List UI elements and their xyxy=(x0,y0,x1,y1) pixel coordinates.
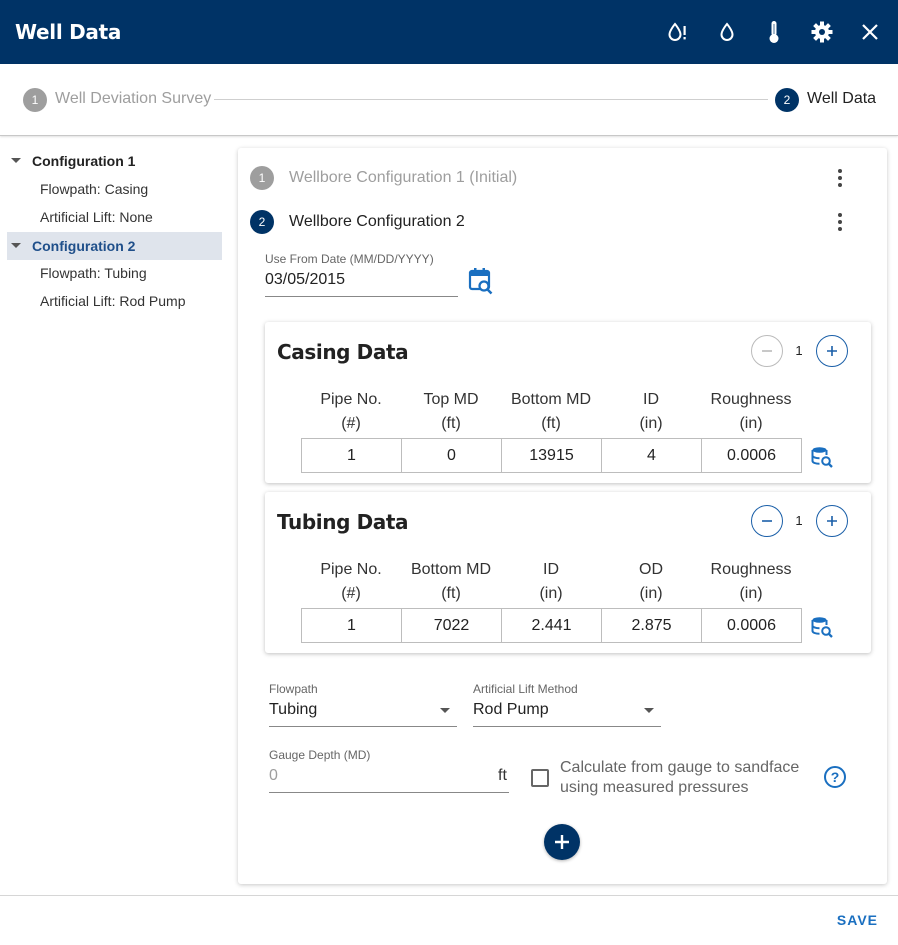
lift-value: Rod Pump xyxy=(473,701,549,718)
tree-item-label: Flowpath: Casing xyxy=(40,181,149,197)
casing-data-card: Casing Data 1 Pipe No. (#) Top MD (ft) Bot… xyxy=(265,322,871,483)
casing-data-title: Casing Data xyxy=(277,340,409,364)
lift-label: Artificial Lift Method xyxy=(473,682,578,696)
app-title: Well Data xyxy=(15,20,122,44)
config-tree: Configuration 1 Flowpath: Casing Artific… xyxy=(0,137,230,895)
gauge-unit: ft xyxy=(498,767,507,784)
config-step-number: 1 xyxy=(250,166,274,190)
tree-item-label: Configuration 2 xyxy=(32,238,136,254)
date-label: Use From Date (MM/DD/YYYY) xyxy=(265,252,434,266)
tree-item-label: Configuration 1 xyxy=(32,153,136,169)
caret-down-icon[interactable] xyxy=(11,243,21,248)
app-header: Well Data xyxy=(0,0,898,64)
add-configuration-button[interactable] xyxy=(544,824,580,860)
col-header-bottom-md: Bottom MD (ft) xyxy=(410,561,491,602)
calendar-search-icon[interactable] xyxy=(468,267,494,295)
tubing-data-card: Tubing Data 1 Pipe No. (#) Bottom MD (ft) … xyxy=(265,492,871,653)
add-tubing-button[interactable] xyxy=(816,505,848,537)
step-connector xyxy=(214,99,768,100)
tubing-od-cell[interactable]: 2.875 xyxy=(601,608,702,643)
tree-item-configuration-1[interactable]: Configuration 1 xyxy=(7,147,222,175)
footer: SAVE xyxy=(0,895,898,945)
tree-item-flowpath[interactable]: Flowpath: Casing xyxy=(7,175,222,203)
tree-item-flowpath[interactable]: Flowpath: Tubing xyxy=(7,259,222,287)
help-icon[interactable]: ? xyxy=(824,766,846,788)
tubing-data-title: Tubing Data xyxy=(277,510,409,534)
casing-count: 1 xyxy=(795,343,803,358)
casing-pipe-no-cell[interactable]: 1 xyxy=(301,438,402,473)
step-label: Well Data xyxy=(807,90,877,107)
tree-item-configuration-2[interactable]: Configuration 2 xyxy=(7,232,222,260)
tree-item-label: Flowpath: Tubing xyxy=(40,265,147,281)
stepper: 1 Well Deviation Survey 2 Well Data xyxy=(0,64,898,136)
water-alert-icon[interactable] xyxy=(665,18,691,46)
config-label: Wellbore Configuration 2 xyxy=(289,213,465,230)
date-underline xyxy=(265,296,458,297)
tubing-bottom-md-cell[interactable]: 7022 xyxy=(401,608,502,643)
flowpath-underline xyxy=(269,726,457,727)
casing-roughness-cell[interactable]: 0.0006 xyxy=(701,438,802,473)
col-header-roughness: Roughness (in) xyxy=(710,561,792,602)
col-header-id: ID (in) xyxy=(539,561,563,602)
close-icon[interactable] xyxy=(857,18,883,46)
gear-icon[interactable] xyxy=(809,18,835,46)
add-casing-button[interactable] xyxy=(816,335,848,367)
tree-item-label: Artificial Lift: Rod Pump xyxy=(40,293,186,309)
col-header-bottom-md: Bottom MD (ft) xyxy=(510,391,591,432)
calc-gauge-checkbox[interactable] xyxy=(531,769,549,787)
casing-bottom-md-cell[interactable]: 13915 xyxy=(501,438,602,473)
thermometer-icon[interactable] xyxy=(761,18,787,46)
col-header-pipe-no: Pipe No. (#) xyxy=(320,561,382,602)
gauge-label: Gauge Depth (MD) xyxy=(269,748,371,762)
database-search-icon[interactable] xyxy=(811,616,833,638)
wellbore-config-panel: 1 Wellbore Configuration 1 (Initial) 2 W… xyxy=(238,148,887,884)
col-header-top-md: Top MD (ft) xyxy=(423,391,479,432)
calc-gauge-label: Calculate from gauge to sandface using m… xyxy=(560,759,800,796)
tubing-id-cell[interactable]: 2.441 xyxy=(501,608,602,643)
step-number: 1 xyxy=(23,88,47,112)
step-label: Well Deviation Survey xyxy=(55,90,212,107)
casing-top-md-cell[interactable]: 0 xyxy=(401,438,502,473)
gauge-underline xyxy=(269,792,509,793)
tubing-count: 1 xyxy=(795,513,803,528)
tree-item-artificial-lift[interactable]: Artificial Lift: Rod Pump xyxy=(7,287,222,315)
config-label: Wellbore Configuration 1 (Initial) xyxy=(289,169,518,186)
more-options-icon[interactable] xyxy=(830,166,850,190)
tubing-pipe-no-cell[interactable]: 1 xyxy=(301,608,402,643)
tubing-roughness-cell[interactable]: 0.0006 xyxy=(701,608,802,643)
dropdown-arrow-icon[interactable] xyxy=(644,708,654,713)
col-header-od: OD (in) xyxy=(639,561,663,602)
tree-item-label: Artificial Lift: None xyxy=(40,209,153,225)
col-header-pipe-no: Pipe No. (#) xyxy=(320,391,382,432)
col-header-roughness: Roughness (in) xyxy=(710,391,792,432)
more-options-icon[interactable] xyxy=(830,210,850,234)
database-search-icon[interactable] xyxy=(811,446,833,468)
remove-casing-button[interactable] xyxy=(751,335,783,367)
caret-down-icon[interactable] xyxy=(11,158,21,163)
dropdown-arrow-icon[interactable] xyxy=(440,708,450,713)
flowpath-value: Tubing xyxy=(269,701,318,718)
remove-tubing-button[interactable] xyxy=(751,505,783,537)
flowpath-label: Flowpath xyxy=(269,682,318,696)
tree-item-artificial-lift[interactable]: Artificial Lift: None xyxy=(7,203,222,231)
col-header-id: ID (in) xyxy=(639,391,663,432)
step-number: 2 xyxy=(775,88,799,112)
casing-id-cell[interactable]: 4 xyxy=(601,438,702,473)
date-value[interactable]: 03/05/2015 xyxy=(265,271,345,289)
save-button[interactable]: SAVE xyxy=(837,912,878,928)
gauge-input[interactable]: 0 xyxy=(269,767,278,785)
lift-underline xyxy=(473,726,661,727)
config-step-number: 2 xyxy=(250,210,274,234)
water-drop-icon[interactable] xyxy=(714,18,740,46)
